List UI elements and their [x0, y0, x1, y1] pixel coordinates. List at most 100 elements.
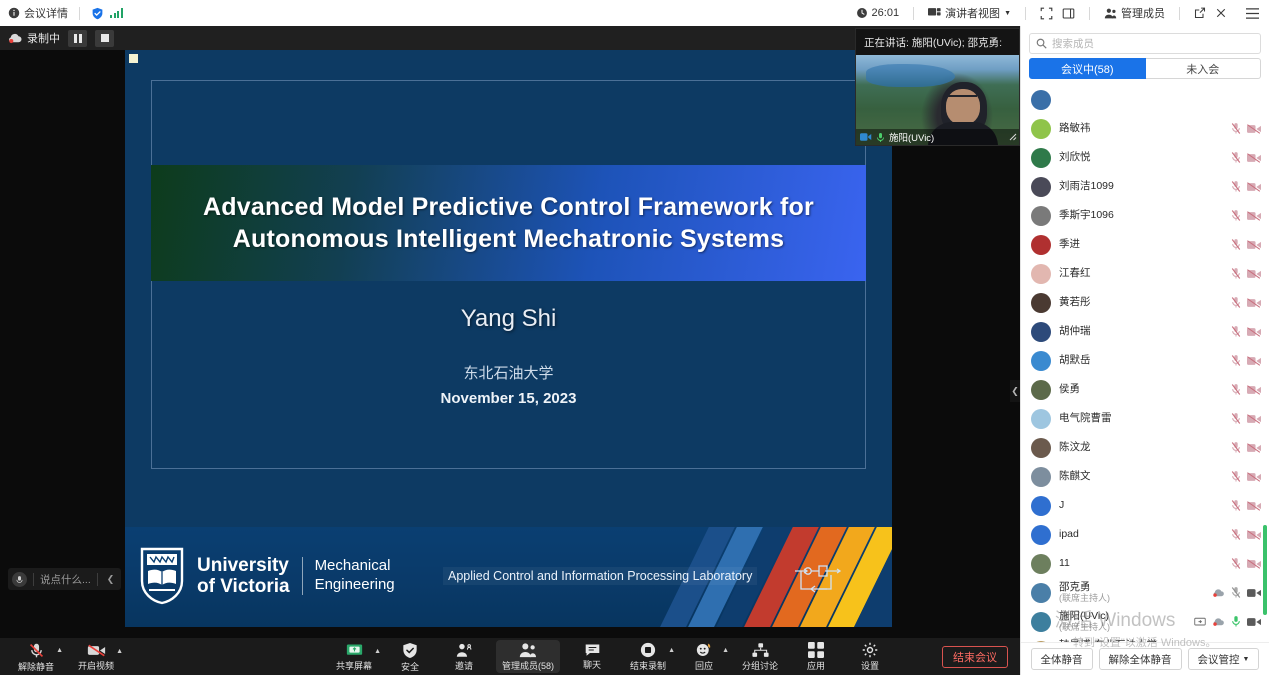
- mic-on-icon[interactable]: [1231, 615, 1241, 628]
- tab-not-joined[interactable]: 未入会: [1145, 58, 1261, 79]
- toolbar-apps-button[interactable]: 应用: [794, 640, 838, 673]
- participant-row[interactable]: 电气院曹雷: [1021, 404, 1269, 433]
- scrollbar-thumb[interactable]: [1263, 525, 1267, 615]
- participant-row[interactable]: 刘雨洁1099: [1021, 172, 1269, 201]
- video-off-icon[interactable]: [1247, 326, 1261, 337]
- mic-overlay-icon[interactable]: [12, 571, 27, 587]
- participant-row[interactable]: 侯勇: [1021, 375, 1269, 404]
- mic-muted-icon[interactable]: [1231, 238, 1241, 251]
- mic-muted-icon[interactable]: [1231, 383, 1241, 396]
- search-input[interactable]: [1052, 37, 1254, 50]
- mic-muted-icon[interactable]: [1231, 528, 1241, 541]
- video-off-icon[interactable]: [1247, 558, 1261, 569]
- mic-muted-icon[interactable]: [1231, 296, 1241, 309]
- mic-muted-icon[interactable]: [1231, 209, 1241, 222]
- cloud-rec-icon[interactable]: [1212, 588, 1225, 598]
- participant-row[interactable]: 黄若彤: [1021, 288, 1269, 317]
- participant-row[interactable]: 季斯宇1096: [1021, 201, 1269, 230]
- chevron-up-icon[interactable]: ▲: [374, 648, 381, 655]
- screen-share-icon[interactable]: [1194, 617, 1206, 627]
- video-off-icon[interactable]: [1247, 268, 1261, 279]
- manage-members-top-button[interactable]: 管理成员: [1104, 5, 1165, 21]
- video-off-icon[interactable]: [1247, 152, 1261, 163]
- split-view-icon[interactable]: [1062, 7, 1075, 20]
- video-on-icon[interactable]: [1247, 588, 1261, 598]
- participant-row[interactable]: 11: [1021, 549, 1269, 578]
- shared-slide[interactable]: Advanced Model Predictive Control Framew…: [125, 50, 892, 627]
- encryption-shield-icon[interactable]: [91, 7, 104, 20]
- video-off-icon[interactable]: [1247, 413, 1261, 424]
- mic-muted-icon[interactable]: [1231, 499, 1241, 512]
- meeting-details-button[interactable]: 会议详情: [8, 5, 68, 21]
- video-off-icon[interactable]: [1247, 384, 1261, 395]
- mic-muted-icon[interactable]: [1231, 412, 1241, 425]
- toolbar-gear-button[interactable]: 设置: [848, 640, 892, 673]
- toolbar-reaction-button[interactable]: 回应 ▲: [682, 640, 729, 673]
- resize-handle-icon[interactable]: [1007, 131, 1017, 143]
- mic-muted-icon[interactable]: [1231, 122, 1241, 135]
- participant-row[interactable]: 陈麒文: [1021, 462, 1269, 491]
- chevron-up-icon[interactable]: ▲: [668, 647, 675, 654]
- participant-row[interactable]: 路敏祎: [1021, 114, 1269, 143]
- video-off-icon[interactable]: [1247, 181, 1261, 192]
- participant-row[interactable]: 施阳(UVic) (联席主持人): [1021, 607, 1269, 636]
- scrollbar-track[interactable]: [1263, 85, 1268, 642]
- participant-row[interactable]: J: [1021, 491, 1269, 520]
- video-on-icon[interactable]: [1247, 617, 1261, 627]
- mic-muted-icon[interactable]: [1231, 470, 1241, 483]
- toolbar-record-stop-button[interactable]: 结束录制 ▲: [624, 640, 675, 673]
- video-off-icon[interactable]: [1247, 297, 1261, 308]
- tab-in-meeting[interactable]: 会议中(58): [1029, 58, 1146, 79]
- unmute-button[interactable]: 解除静音 ▲: [12, 640, 63, 674]
- toolbar-participants-button[interactable]: 管理成员(58): [496, 640, 561, 673]
- cloud-rec-icon[interactable]: [1212, 617, 1225, 627]
- participant-row[interactable]: 胡仲瑞: [1021, 317, 1269, 346]
- mic-muted-icon[interactable]: [1231, 180, 1241, 193]
- toolbar-share-screen-button[interactable]: 共享屏幕 ▲: [330, 641, 381, 673]
- video-off-icon[interactable]: [1247, 123, 1261, 134]
- network-signal-icon[interactable]: [110, 8, 123, 18]
- mic-muted-icon[interactable]: [1231, 267, 1241, 280]
- video-off-icon[interactable]: [1247, 529, 1261, 540]
- meeting-control-button[interactable]: 会议管控 ▼: [1187, 648, 1260, 670]
- close-icon[interactable]: [1215, 7, 1227, 19]
- video-off-icon[interactable]: [1247, 239, 1261, 250]
- participant-row[interactable]: 邵克勇 (联席主持人): [1021, 578, 1269, 607]
- view-mode-selector[interactable]: 演讲者视图 ▼: [928, 5, 1011, 21]
- mic-muted-icon[interactable]: [1231, 557, 1241, 570]
- video-off-icon[interactable]: [1247, 500, 1261, 511]
- participant-row[interactable]: 胡默岳: [1021, 346, 1269, 375]
- mute-all-button[interactable]: 全体静音: [1030, 648, 1093, 670]
- participant-row[interactable]: 江春红: [1021, 259, 1269, 288]
- chevron-up-icon[interactable]: ▲: [722, 647, 729, 654]
- end-meeting-button[interactable]: 结束会议: [942, 645, 1008, 668]
- participant-row[interactable]: 韩昊博·东北石油大学(主持人、我): [1021, 636, 1269, 642]
- participant-row[interactable]: 刘欣悦: [1021, 143, 1269, 172]
- unmute-all-button[interactable]: 解除全体静音: [1098, 648, 1182, 670]
- mic-muted-icon[interactable]: [1231, 325, 1241, 338]
- mic-muted-grey-icon[interactable]: [1231, 586, 1241, 599]
- panel-collapse-button[interactable]: ❮: [1010, 380, 1020, 402]
- active-speaker-thumbnail[interactable]: 正在讲话: 施阳(UVic); 邵克勇: 施阳(UVic): [855, 28, 1020, 146]
- toolbar-chat-button[interactable]: 聊天: [570, 641, 614, 672]
- participant-row[interactable]: 陈汶龙: [1021, 433, 1269, 462]
- video-off-icon[interactable]: [1247, 442, 1261, 453]
- fullscreen-icon[interactable]: [1040, 7, 1053, 20]
- search-box[interactable]: [1029, 33, 1261, 54]
- popout-icon[interactable]: [1194, 7, 1206, 19]
- participant-row[interactable]: [1021, 85, 1269, 114]
- menu-icon[interactable]: [1245, 7, 1260, 20]
- start-video-button[interactable]: 开启视频 ▲: [72, 641, 123, 673]
- mic-muted-icon[interactable]: [1231, 151, 1241, 164]
- chat-overlay[interactable]: 说点什么... ❮: [8, 568, 122, 590]
- video-off-icon[interactable]: [1247, 210, 1261, 221]
- participant-row[interactable]: ipad: [1021, 520, 1269, 549]
- mic-muted-icon[interactable]: [1231, 354, 1241, 367]
- pause-recording-button[interactable]: [68, 29, 87, 47]
- participant-list[interactable]: 路敏祎 刘欣悦 刘雨洁1099 季斯宇1096 季进 江春红 黄若彤 胡仲瑞 胡默岳 侯勇 电气院曹…: [1021, 85, 1269, 642]
- participant-row[interactable]: 季进: [1021, 230, 1269, 259]
- video-off-icon[interactable]: [1247, 355, 1261, 366]
- video-off-icon[interactable]: [1247, 471, 1261, 482]
- toolbar-breakout-button[interactable]: 分组讨论: [736, 641, 784, 673]
- toolbar-shield-button[interactable]: 安全: [388, 640, 432, 674]
